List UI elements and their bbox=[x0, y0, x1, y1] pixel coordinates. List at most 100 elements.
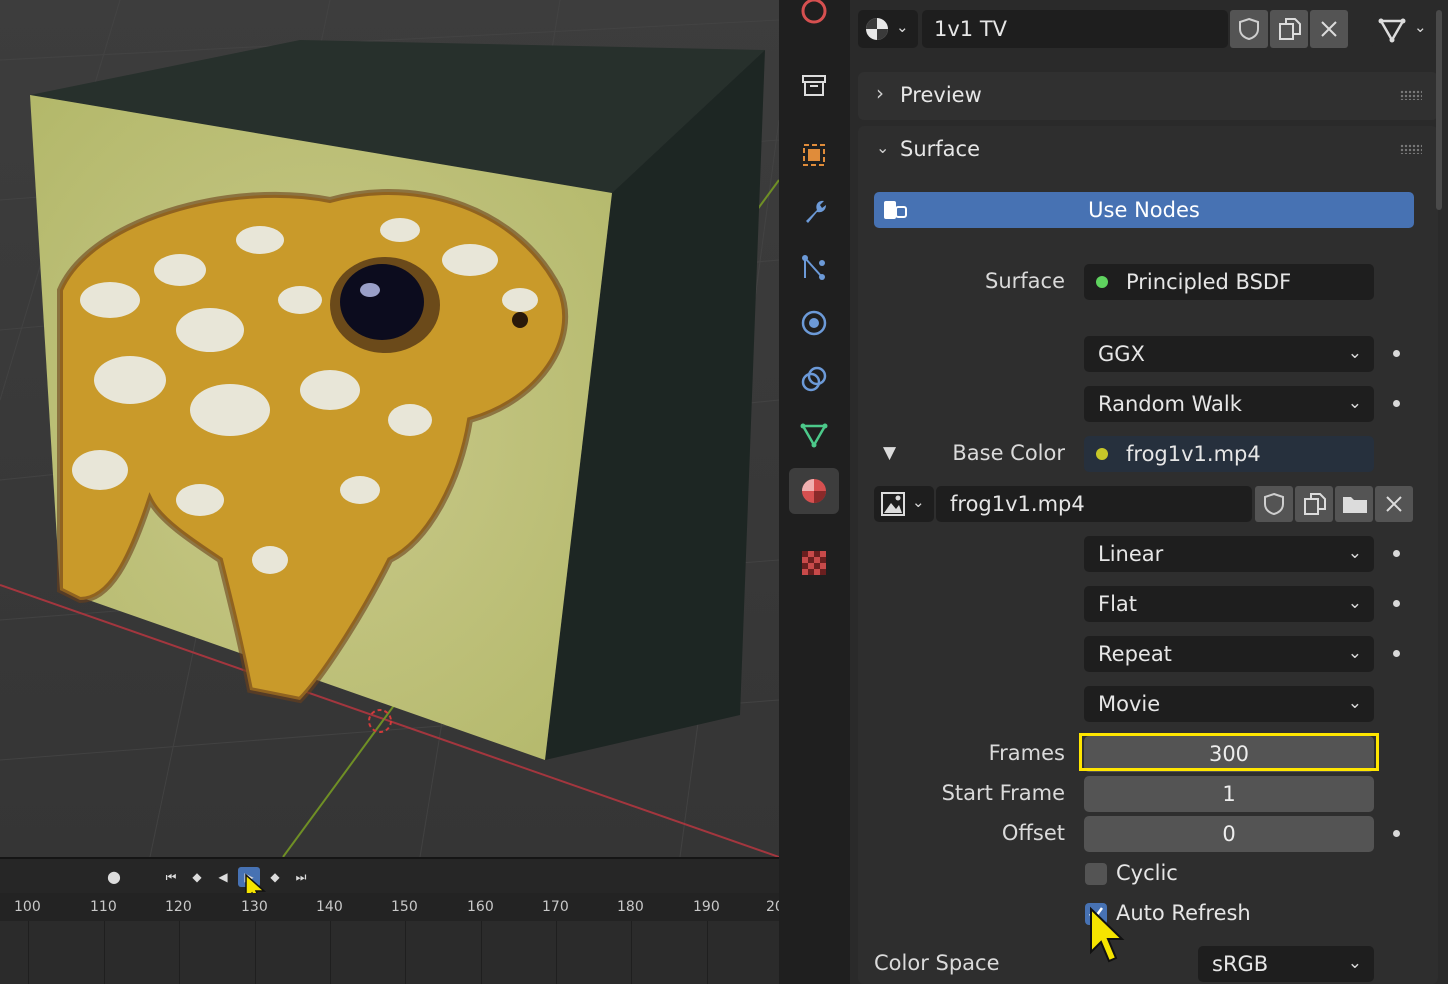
fake-user-button[interactable] bbox=[1230, 10, 1268, 48]
material-name: 1v1 TV bbox=[934, 17, 1008, 41]
offset-field[interactable]: 0 bbox=[1084, 816, 1374, 852]
jump-end-button[interactable]: ⏭ bbox=[290, 867, 312, 887]
image-browse-button[interactable]: ⌄ bbox=[874, 486, 934, 522]
keyframe-record-button[interactable]: ● bbox=[103, 867, 125, 887]
shader-socket-icon bbox=[1096, 276, 1108, 288]
chevron-down-icon: ⌄ bbox=[1414, 18, 1427, 36]
timeline-area[interactable] bbox=[0, 921, 779, 984]
texture-icon bbox=[802, 551, 826, 575]
base-color-value: frog1v1.mp4 bbox=[1126, 442, 1261, 466]
constraints-icon bbox=[801, 366, 827, 392]
color-space-dropdown[interactable]: sRGB ⌄ bbox=[1198, 946, 1374, 982]
collection-icon bbox=[802, 75, 826, 96]
chevron-down-icon: ⌄ bbox=[1347, 343, 1362, 363]
keyframe-dot-icon[interactable] bbox=[1393, 650, 1400, 657]
mouse-cursor-icon bbox=[1090, 906, 1125, 963]
tab-texture[interactable] bbox=[789, 540, 839, 586]
base-color-link-field[interactable]: frog1v1.mp4 bbox=[1084, 436, 1374, 472]
image-fake-user-button[interactable] bbox=[1255, 486, 1293, 522]
color-space-value: sRGB bbox=[1212, 952, 1269, 976]
frame-number: 190 bbox=[693, 899, 720, 915]
duplicate-material-button[interactable] bbox=[1270, 10, 1308, 48]
tab-modifiers[interactable] bbox=[789, 188, 839, 234]
auto-refresh-label: Auto Refresh bbox=[1116, 901, 1251, 925]
play-reverse-button[interactable]: ◀ bbox=[212, 867, 234, 887]
image-icon bbox=[881, 492, 905, 516]
duplicate-icon bbox=[1304, 493, 1326, 515]
object-icon bbox=[803, 144, 825, 166]
chevron-down-icon: ⌄ bbox=[1347, 953, 1362, 973]
chevron-down-icon: ⌄ bbox=[1347, 693, 1362, 713]
keyframe-dot-icon[interactable] bbox=[1393, 550, 1400, 557]
tab-collection[interactable] bbox=[789, 62, 839, 108]
cyclic-checkbox[interactable] bbox=[1085, 863, 1107, 885]
chevron-down-icon: ⌄ bbox=[1347, 393, 1362, 413]
tab-material[interactable] bbox=[789, 468, 839, 514]
viewport-scene bbox=[0, 0, 779, 857]
chevron-right-icon: › bbox=[876, 81, 884, 105]
frame-number: 120 bbox=[165, 899, 192, 915]
jump-start-button[interactable]: ⏮ bbox=[160, 867, 182, 887]
particles-icon bbox=[802, 255, 825, 280]
source-value: Movie bbox=[1098, 692, 1161, 716]
material-browse-button[interactable]: ⌄ bbox=[858, 10, 918, 48]
preview-label: Preview bbox=[900, 83, 982, 107]
shield-icon bbox=[1264, 492, 1284, 516]
open-image-button[interactable] bbox=[1335, 486, 1373, 522]
3d-viewport[interactable]: ● ⏮ ◆ ◀ ▶ ◆ ⏭ 100 110 120 130 140 150 16… bbox=[0, 0, 779, 984]
timeline-ruler[interactable]: 100 110 120 130 140 150 160 170 180 190 … bbox=[0, 893, 779, 921]
keyframe-dot-icon[interactable] bbox=[1393, 830, 1400, 837]
surface-shader-field[interactable]: Principled BSDF bbox=[1084, 264, 1374, 300]
close-icon bbox=[1321, 21, 1337, 37]
unlink-material-button[interactable] bbox=[1310, 10, 1348, 48]
keyframe-dot-icon[interactable] bbox=[1393, 600, 1400, 607]
playback-controls: ● ⏮ ◆ ◀ ▶ ◆ ⏭ bbox=[0, 857, 779, 906]
unlink-image-button[interactable] bbox=[1375, 486, 1413, 522]
extension-dropdown[interactable]: Repeat ⌄ bbox=[1084, 636, 1374, 672]
slot-link-menu[interactable]: ⌄ bbox=[1372, 10, 1436, 48]
surface-shader-value: Principled BSDF bbox=[1126, 270, 1292, 294]
mesh-data-icon bbox=[1378, 18, 1406, 43]
tab-physics[interactable] bbox=[789, 300, 839, 346]
material-name-field[interactable]: 1v1 TV bbox=[922, 10, 1228, 48]
subsurface-method-value: Random Walk bbox=[1098, 392, 1242, 416]
highlight-box bbox=[1079, 733, 1379, 771]
world-icon bbox=[801, 0, 827, 24]
color-space-label: Color Space bbox=[874, 951, 1000, 975]
base-color-label: Base Color bbox=[952, 441, 1065, 465]
tab-particles[interactable] bbox=[789, 244, 839, 290]
source-dropdown[interactable]: Movie ⌄ bbox=[1084, 686, 1374, 722]
prev-keyframe-button[interactable]: ◆ bbox=[186, 867, 208, 887]
distribution-value: GGX bbox=[1098, 342, 1145, 366]
start-frame-field[interactable]: 1 bbox=[1084, 776, 1374, 812]
tab-constraints[interactable] bbox=[789, 356, 839, 402]
image-name-field[interactable]: frog1v1.mp4 bbox=[936, 486, 1252, 522]
duplicate-image-button[interactable] bbox=[1295, 486, 1333, 522]
color-socket-icon bbox=[1096, 448, 1108, 460]
surface-label: Surface bbox=[984, 269, 1065, 293]
extension-value: Repeat bbox=[1098, 642, 1172, 666]
use-nodes-button[interactable]: Use Nodes bbox=[874, 192, 1414, 228]
keyframe-dot-icon[interactable] bbox=[1393, 350, 1400, 357]
distribution-dropdown[interactable]: GGX ⌄ bbox=[1084, 336, 1374, 372]
frame-number: 160 bbox=[467, 899, 494, 915]
subsurface-method-dropdown[interactable]: Random Walk ⌄ bbox=[1084, 386, 1374, 422]
scrollbar[interactable] bbox=[1436, 10, 1442, 210]
tab-world[interactable] bbox=[789, 0, 839, 34]
preview-panel-header[interactable]: › Preview bbox=[858, 72, 1438, 120]
frames-label: Frames bbox=[988, 741, 1065, 765]
frame-number: 140 bbox=[316, 899, 343, 915]
projection-dropdown[interactable]: Flat ⌄ bbox=[1084, 586, 1374, 622]
drag-handle-icon[interactable] bbox=[1400, 90, 1422, 100]
mesh-data-icon bbox=[800, 423, 828, 448]
physics-icon bbox=[801, 310, 827, 336]
keyframe-dot-icon[interactable] bbox=[1393, 400, 1400, 407]
frame-number: 110 bbox=[90, 899, 117, 915]
tab-object[interactable] bbox=[789, 132, 839, 178]
interpolation-dropdown[interactable]: Linear ⌄ bbox=[1084, 536, 1374, 572]
duplicate-icon bbox=[1279, 18, 1301, 40]
surface-panel-label: Surface bbox=[900, 137, 981, 161]
tab-data[interactable] bbox=[789, 412, 839, 458]
drag-handle-icon[interactable] bbox=[1400, 144, 1422, 154]
frame-number: 170 bbox=[542, 899, 569, 915]
